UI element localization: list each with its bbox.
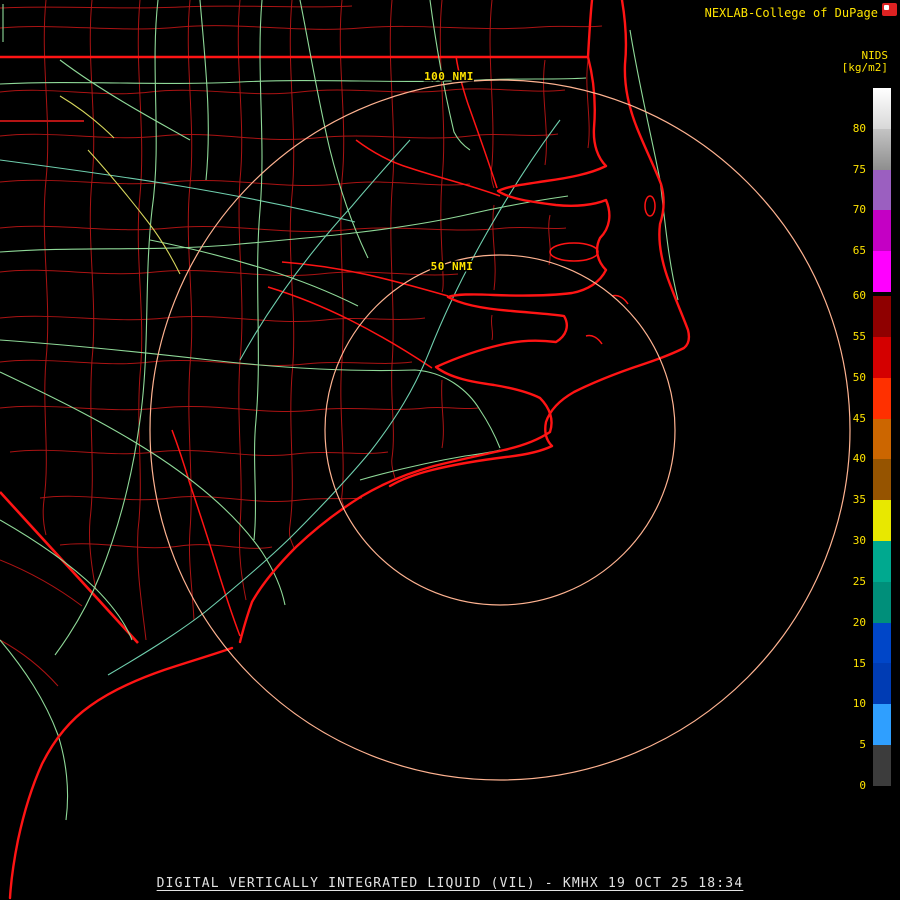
colorbar-band — [873, 623, 891, 664]
colorbar-band — [873, 419, 891, 460]
colorbar-band — [873, 459, 891, 500]
colorbar-tick-label: 10 — [853, 697, 866, 711]
colorbar-band — [873, 88, 891, 129]
colorbar-band — [873, 170, 891, 211]
mainland-coast — [240, 0, 609, 642]
ring-label-100nmi: 100 NMI — [424, 70, 474, 83]
colorbar-tick-label: 45 — [853, 412, 866, 426]
cod-flag-icon — [882, 3, 897, 16]
colorbar-tick-label: 80 — [853, 122, 866, 136]
colorbar-tick-labels: 80757065605550454035302520151050 — [832, 88, 866, 788]
coastline — [10, 0, 689, 898]
header: NEXLAB-College of DuPage — [705, 6, 878, 20]
rivers — [172, 56, 655, 636]
radar-viewport: 50 NMI 100 NMI NEXLAB-College of DuPage … — [0, 0, 900, 900]
tar-river — [282, 262, 448, 296]
colorbar-scale — [873, 88, 891, 786]
colorbar-band — [873, 337, 891, 378]
colorbar-band — [873, 210, 891, 251]
colorbar-tick-label: 40 — [853, 452, 866, 466]
roads-yellow — [60, 96, 180, 274]
colorbar-band — [873, 745, 891, 786]
colorbar-tick-label: 20 — [853, 616, 866, 630]
colorbar-tick-label: 0 — [859, 779, 866, 793]
roanoke-river — [356, 140, 500, 196]
product-caption: DIGITAL VERTICALLY INTEGRATED LIQUID (VI… — [0, 876, 900, 891]
colorbar-band — [873, 704, 891, 745]
nc-sc-border — [0, 492, 138, 643]
colorbar-tick-label: 70 — [853, 203, 866, 217]
colorbar-band — [873, 296, 891, 337]
colorbar-tick-label: 35 — [853, 493, 866, 507]
colorbar-units: [kg/m2] — [842, 62, 888, 74]
radar-map: 50 NMI 100 NMI — [0, 0, 900, 900]
header-title: NEXLAB-College of DuPage — [705, 6, 878, 20]
colorbar-tick-label: 75 — [853, 163, 866, 177]
colorbar-band — [873, 129, 891, 170]
lake-mattamuskeet — [550, 243, 598, 261]
colorbar-tick-label: 60 — [853, 289, 866, 303]
roanoke-island — [645, 196, 655, 216]
ring-label-50nmi: 50 NMI — [431, 260, 474, 273]
colorbar-band — [873, 541, 891, 582]
colorbar-band — [873, 663, 891, 704]
colorbar: 80757065605550454035302520151050 — [831, 88, 891, 788]
range-ring-50nmi — [325, 255, 675, 605]
colorbar-tick-label: 55 — [853, 330, 866, 344]
colorbar-band — [873, 378, 891, 419]
colorbar-tick-label: 5 — [859, 738, 866, 752]
colorbar-tick-label: 15 — [853, 657, 866, 671]
cape-fear-to-sc-coast — [10, 648, 232, 898]
colorbar-band — [873, 582, 891, 623]
colorbar-header: NIDS [kg/m2] — [842, 50, 888, 74]
colorbar-tick-label: 25 — [853, 575, 866, 589]
colorbar-tick-label: 65 — [853, 244, 866, 258]
colorbar-tick-label: 50 — [853, 371, 866, 385]
colorbar-tick-label: 30 — [853, 534, 866, 548]
colorbar-band — [873, 500, 891, 541]
colorbar-band — [873, 251, 891, 292]
cape-fear-river — [172, 430, 240, 636]
